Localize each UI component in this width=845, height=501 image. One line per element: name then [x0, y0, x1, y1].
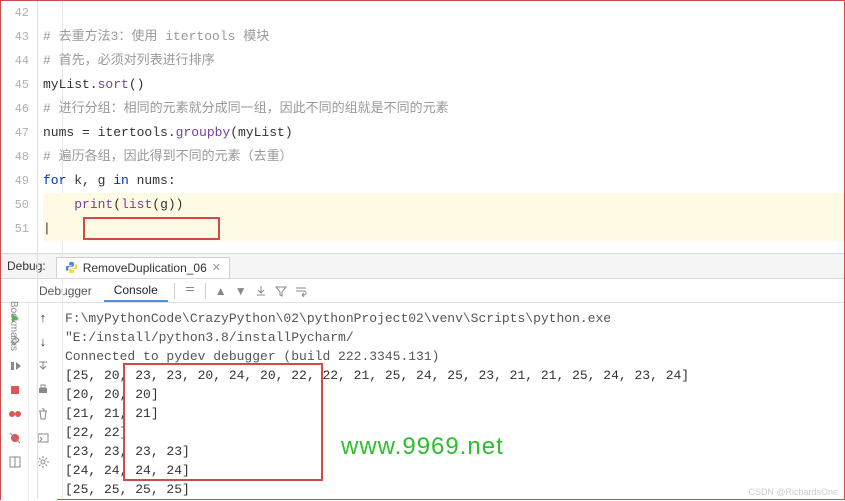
output-line: [21, 21, 21] — [65, 404, 836, 423]
output-line: [23, 23, 23, 23] — [65, 442, 836, 461]
collapse-icon[interactable] — [181, 282, 199, 300]
close-icon[interactable]: ✕ — [212, 261, 221, 274]
tab-title: RemoveDuplication_06 — [83, 261, 207, 275]
code-line[interactable]: # 首先，必须对列表进行排序 — [43, 49, 844, 73]
command-line: F:\myPythonCode\CrazyPython\02\pythonPro… — [65, 309, 836, 347]
bookmarks-tab[interactable]: Bookmarks — [1, 301, 19, 351]
export-icon[interactable] — [252, 282, 270, 300]
code-line[interactable] — [43, 1, 844, 25]
tab-console[interactable]: Console — [104, 280, 168, 302]
output-line: [20, 20, 20] — [65, 385, 836, 404]
code-line[interactable]: | — [43, 217, 844, 241]
wrap-icon[interactable] — [292, 282, 310, 300]
code-area[interactable]: # 去重方法3：使用 itertools 模块# 首先，必须对列表进行排序myL… — [37, 1, 844, 253]
debug-tab[interactable]: RemoveDuplication_06 ✕ — [56, 257, 230, 278]
output-groups: [20, 20, 20][21, 21, 21][22, 22][23, 23,… — [65, 385, 836, 499]
code-editor[interactable]: 42434445464748495051 # 去重方法3：使用 itertool… — [1, 1, 844, 253]
code-line[interactable]: # 去重方法3：使用 itertools 模块 — [43, 25, 844, 49]
code-line[interactable]: nums = itertools.groupby(myList) — [43, 121, 844, 145]
output-line: [22, 22] — [65, 423, 836, 442]
code-line[interactable]: # 进行分组：相同的元素就分成同一组，因此不同的组就是不同的元素 — [43, 97, 844, 121]
view-bp-icon[interactable] — [6, 405, 24, 423]
csdn-watermark: CSDN @RichardsOne — [748, 487, 838, 497]
input-array: [25, 20, 23, 23, 20, 24, 20, 22, 22, 21,… — [65, 366, 836, 385]
code-line[interactable]: for k, g in nums: — [43, 169, 844, 193]
console-output[interactable]: F:\myPythonCode\CrazyPython\02\pythonPro… — [57, 303, 844, 501]
code-line[interactable]: myList.sort() — [43, 73, 844, 97]
output-line: [24, 24, 24, 24] — [65, 461, 836, 480]
down-icon[interactable]: ▼ — [232, 282, 250, 300]
filter-icon[interactable] — [272, 282, 290, 300]
debug-label: Debug: — [7, 259, 46, 273]
code-line[interactable]: # 遍历各组，因此得到不同的元素（去重） — [43, 145, 844, 169]
output-line: [25, 25, 25, 25] — [65, 480, 836, 499]
mute-bp-icon[interactable] — [6, 429, 24, 447]
up-icon[interactable]: ▲ — [212, 282, 230, 300]
debug-bar: Debug: RemoveDuplication_06 ✕ — [1, 253, 844, 279]
console-toolbar: Debugger Console ▲ ▼ — [1, 279, 844, 303]
step-icon[interactable] — [6, 357, 24, 375]
connected-line: Connected to pydev debugger (build 222.3… — [65, 347, 836, 366]
layout-icon[interactable] — [6, 453, 24, 471]
code-line[interactable]: print(list(g)) — [43, 193, 844, 217]
stop-icon[interactable] — [6, 381, 24, 399]
python-icon — [65, 261, 78, 274]
line-number-gutter: 42434445464748495051 — [1, 1, 37, 253]
left-sidebar-2: ↑ ↓ — [29, 303, 57, 501]
tab-debugger[interactable]: Debugger — [29, 281, 102, 301]
